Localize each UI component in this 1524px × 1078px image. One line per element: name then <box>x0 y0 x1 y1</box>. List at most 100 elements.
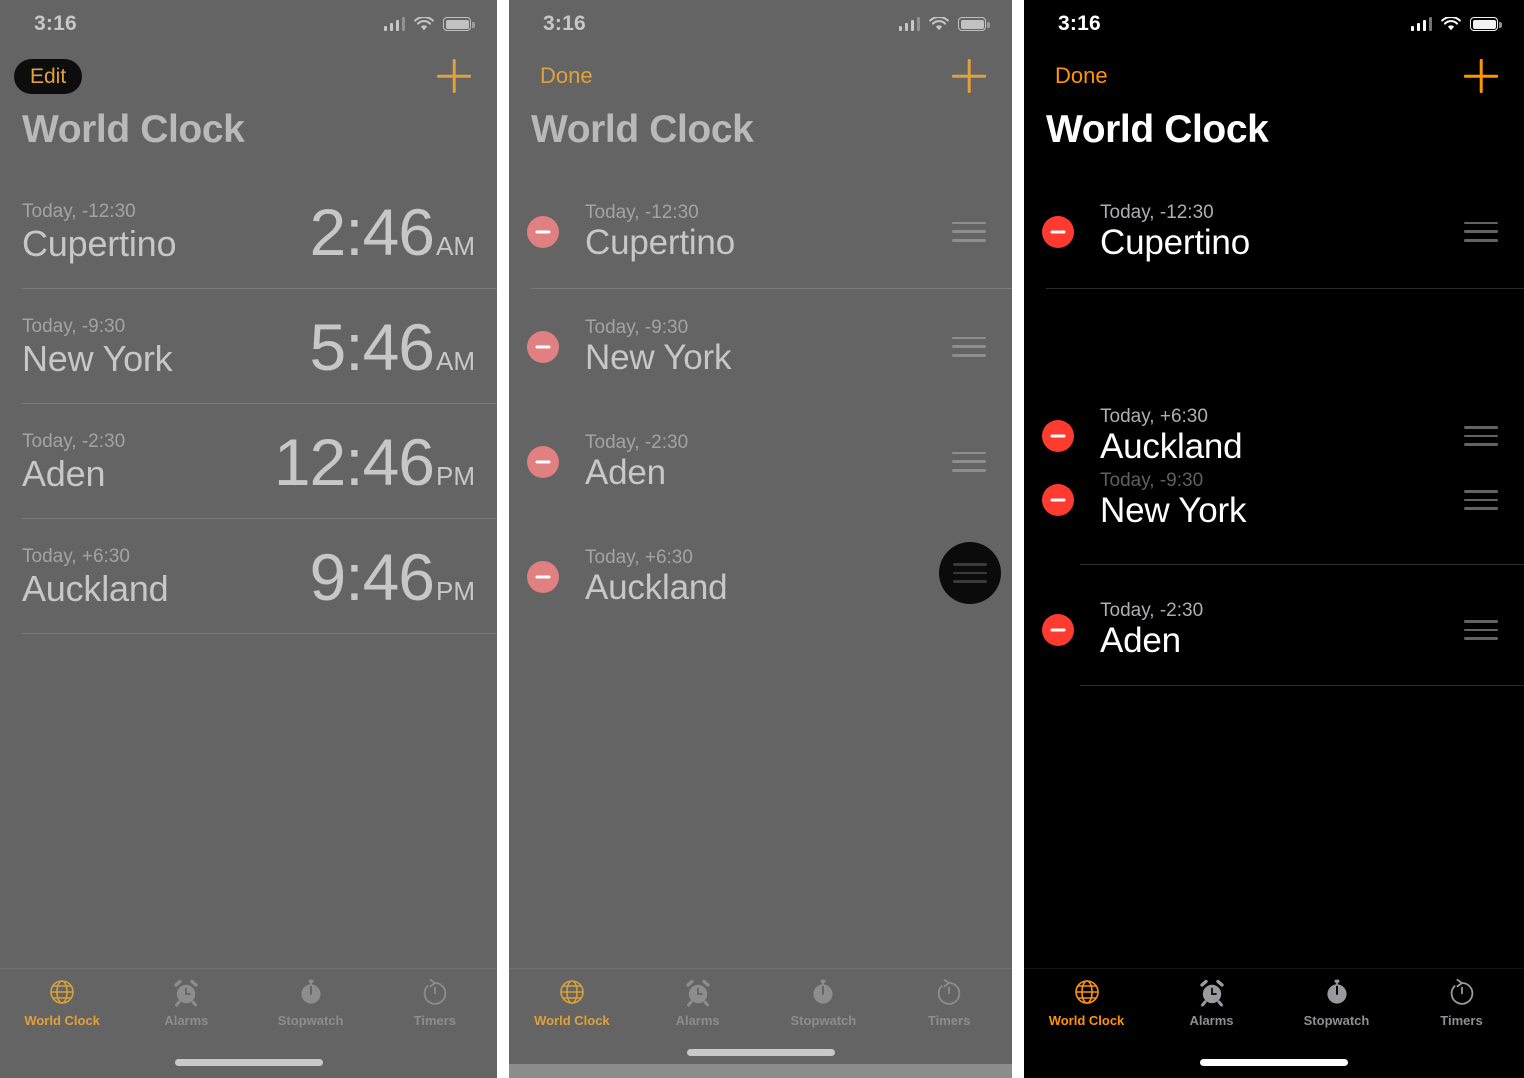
page-title: World Clock <box>1046 108 1269 151</box>
minus-circle-icon[interactable] <box>527 215 559 248</box>
list-item[interactable]: Today, -2:30 Aden <box>1024 574 1524 686</box>
tab-alarms[interactable]: Alarms <box>124 977 248 1047</box>
timer-icon <box>420 977 450 1007</box>
drag-handle-icon[interactable] <box>953 563 987 583</box>
tab-stopwatch[interactable]: Stopwatch <box>1274 977 1399 1047</box>
minus-circle-icon[interactable] <box>1042 420 1074 452</box>
clock-offset: Today, -12:30 <box>1100 201 1214 223</box>
list-separator <box>1080 685 1524 686</box>
drag-handle-icon[interactable] <box>1464 426 1498 446</box>
stopwatch-icon <box>296 977 326 1007</box>
list-item[interactable]: Today, -12:30 Cupertino <box>509 174 1012 289</box>
status-bar-time: 3:16 <box>34 12 77 35</box>
globe-icon <box>557 977 587 1007</box>
drag-handle-icon[interactable] <box>952 451 986 472</box>
tab-timers[interactable]: Timers <box>886 977 1012 1047</box>
clock-offset: Today, +6:30 <box>22 545 130 567</box>
alarm-clock-icon <box>1197 977 1227 1007</box>
drag-handle-icon[interactable] <box>1464 221 1498 242</box>
tab-world-clock[interactable]: World Clock <box>509 977 635 1047</box>
clock-city: New York <box>585 337 732 377</box>
drag-handle-icon[interactable] <box>1464 490 1498 510</box>
navigation-bar: Done <box>1024 48 1524 104</box>
clock-city: New York <box>1100 491 1247 531</box>
add-city-button[interactable] <box>952 59 986 93</box>
list-item[interactable]: Today, -9:30 New York <box>509 289 1012 404</box>
minus-circle-icon[interactable] <box>1042 215 1074 248</box>
drag-handle-icon[interactable] <box>952 336 986 357</box>
list-item[interactable]: Today, -2:30 Aden <box>509 404 1012 519</box>
clock-offset: Today, +6:30 <box>1100 406 1208 428</box>
page-title: World Clock <box>22 108 245 151</box>
done-button[interactable]: Done <box>1038 58 1124 94</box>
cellular-signal-icon <box>1410 17 1432 31</box>
list-separator <box>1080 564 1524 565</box>
tab-timers[interactable]: Timers <box>1399 977 1524 1047</box>
status-bar: 3:16 <box>0 0 497 48</box>
tab-label: Timers <box>1440 1013 1483 1028</box>
list-item[interactable]: Today, -9:30 New York 5:46 AM <box>0 289 497 404</box>
clock-time: 12:46 PM <box>274 429 475 495</box>
tab-label: Alarms <box>675 1013 720 1028</box>
list-item[interactable]: Today, -12:30 Cupertino <box>1024 174 1524 289</box>
world-clock-list: Today, -12:30 Cupertino Today, +6:30 Auc… <box>1024 174 1524 686</box>
clock-offset: Today, -9:30 <box>22 315 126 337</box>
drag-handle-icon[interactable] <box>1464 620 1498 640</box>
tab-stopwatch[interactable]: Stopwatch <box>249 977 373 1047</box>
tab-label: Alarms <box>164 1013 209 1028</box>
tab-label: Stopwatch <box>790 1013 857 1028</box>
panel-world-clock-editing: 3:16 Done World Clock Today, -12:30 Cupe… <box>509 0 1012 1078</box>
drag-handle-icon[interactable] <box>952 221 986 242</box>
status-bar: 3:16 <box>1024 0 1524 48</box>
world-clock-list: Today, -12:30 Cupertino Today, -9:30 New… <box>509 174 1012 634</box>
list-item[interactable]: Today, +6:30 Auckland 9:46 PM <box>0 519 497 634</box>
timer-icon <box>934 977 964 1007</box>
minus-circle-icon[interactable] <box>527 445 559 478</box>
add-city-button[interactable] <box>437 59 471 93</box>
clock-offset: Today, +6:30 <box>585 546 693 568</box>
cellular-signal-icon <box>898 17 920 31</box>
tab-world-clock[interactable]: World Clock <box>0 977 124 1047</box>
tab-alarms[interactable]: Alarms <box>1149 977 1274 1047</box>
clock-offset: Today, -2:30 <box>22 430 126 452</box>
edit-button[interactable]: Edit <box>14 58 83 94</box>
world-clock-list: Today, -12:30 Cupertino 2:46 AM Today, -… <box>0 174 497 634</box>
tab-label: Alarms <box>1189 1013 1234 1028</box>
stopwatch-icon <box>1322 977 1352 1007</box>
clock-city: Auckland <box>1100 427 1243 467</box>
stopwatch-icon <box>808 977 838 1007</box>
minus-circle-icon[interactable] <box>1042 614 1074 646</box>
list-item[interactable]: Today, -2:30 Aden 12:46 PM <box>0 404 497 519</box>
tab-timers[interactable]: Timers <box>373 977 497 1047</box>
minus-circle-icon[interactable] <box>1042 484 1074 516</box>
globe-icon <box>1072 977 1102 1007</box>
minus-circle-icon[interactable] <box>527 330 559 363</box>
tab-label: Stopwatch <box>1303 1013 1370 1028</box>
done-button[interactable]: Done <box>523 58 609 94</box>
clock-city: Auckland <box>22 567 169 609</box>
list-separator <box>1046 288 1524 289</box>
navigation-bar: Done <box>509 48 1012 104</box>
drag-handle-tap-highlight[interactable] <box>939 542 1001 604</box>
status-bar-indicators <box>1410 16 1502 32</box>
wifi-icon <box>1441 16 1461 32</box>
home-indicator <box>1200 1059 1348 1066</box>
wifi-icon <box>929 16 949 32</box>
list-item[interactable]: Today, +6:30 Auckland <box>509 519 1012 634</box>
list-separator <box>22 633 497 634</box>
clock-city: New York <box>22 337 173 379</box>
wifi-icon <box>414 16 434 32</box>
clock-city: Auckland <box>585 567 728 607</box>
list-item[interactable]: Today, -12:30 Cupertino 2:46 AM <box>0 174 497 289</box>
add-city-button[interactable] <box>1464 59 1498 93</box>
clock-time-value: 5:46 <box>309 309 435 384</box>
list-item-dragging[interactable]: Today, +6:30 Auckland <box>1024 386 1524 486</box>
tab-stopwatch[interactable]: Stopwatch <box>761 977 887 1047</box>
status-bar: 3:16 <box>509 0 1012 48</box>
clock-offset: Today, -12:30 <box>22 200 136 222</box>
tab-world-clock[interactable]: World Clock <box>1024 977 1149 1047</box>
screenshot-stage: 3:16 Edit World Clock Today, -12:30 Cupe… <box>0 0 1524 1078</box>
battery-icon <box>958 17 990 31</box>
tab-alarms[interactable]: Alarms <box>635 977 761 1047</box>
minus-circle-icon[interactable] <box>527 560 559 593</box>
